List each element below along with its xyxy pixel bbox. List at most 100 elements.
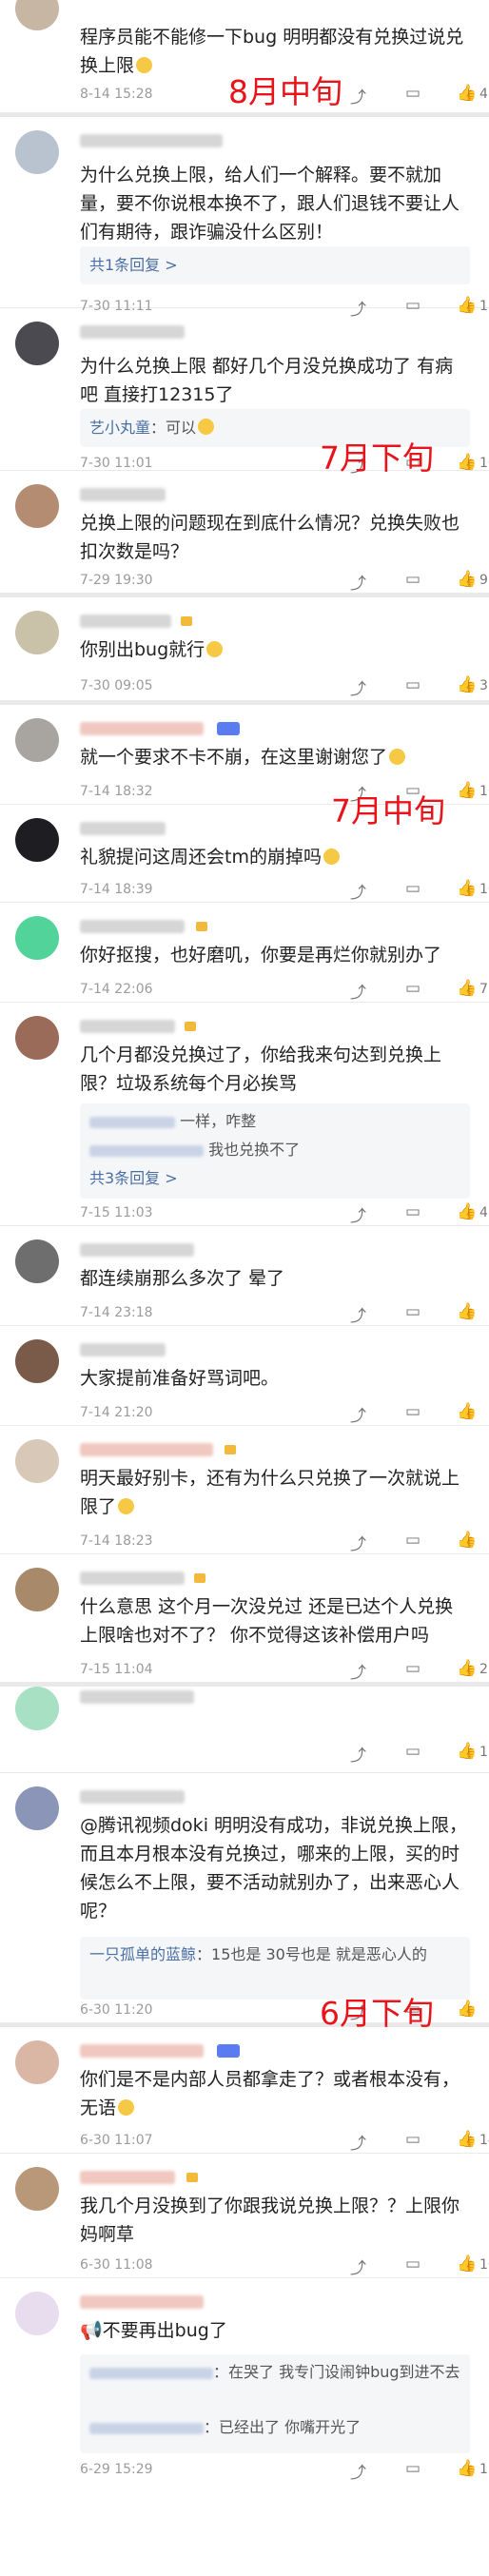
avatar[interactable] (15, 2292, 59, 2335)
share-icon[interactable]: ⤴ (350, 2459, 366, 2483)
share-icon[interactable]: ⤴ (350, 979, 366, 1003)
username[interactable] (80, 1690, 194, 1704)
comment-icon[interactable]: ▭ (405, 1742, 421, 1761)
view-replies-link[interactable]: 共3条回复 > (89, 1166, 460, 1191)
username[interactable] (80, 920, 185, 933)
like-icon[interactable]: 👍 (457, 2000, 477, 2019)
like-icon[interactable]: 👍 (457, 84, 477, 103)
avatar[interactable] (15, 1687, 59, 1730)
like-icon[interactable]: 👍 (457, 781, 477, 800)
share-icon[interactable]: ⤴ (350, 675, 366, 699)
username[interactable] (80, 2171, 175, 2184)
comment-card: 礼貌提问这周还会tm的崩掉吗 7-14 18:39 ⤴ ▭ 👍 10 7月中旬 (0, 792, 489, 903)
avatar[interactable] (15, 1786, 59, 1830)
like-count: 2 (479, 1662, 488, 1677)
username[interactable] (80, 488, 166, 501)
like-count: 10 (479, 456, 489, 471)
share-icon[interactable]: ⤴ (350, 2254, 366, 2278)
username[interactable] (80, 2044, 204, 2058)
comment-footer: ⤴ ▭ 👍 15 (80, 1742, 489, 1766)
timestamp: 7-14 21:20 (80, 1405, 153, 1420)
avatar[interactable] (15, 611, 59, 654)
comment-icon[interactable]: ▭ (405, 1659, 421, 1678)
avatar[interactable] (15, 130, 59, 174)
username[interactable] (80, 1020, 175, 1033)
avatar[interactable] (15, 718, 59, 762)
timestamp: 6-29 15:29 (80, 2462, 153, 2477)
comment-icon[interactable]: ▭ (405, 1531, 421, 1550)
share-icon[interactable]: ⤴ (350, 1302, 366, 1326)
avatar[interactable] (15, 1339, 59, 1383)
avatar[interactable] (15, 322, 59, 365)
like-count: 16 (479, 784, 489, 799)
reply-box[interactable]: 一样，咋整 我也兑换不了 共3条回复 > (80, 1103, 470, 1199)
like-icon[interactable]: 👍 (457, 1659, 477, 1678)
comment-icon[interactable]: ▭ (405, 1402, 421, 1421)
like-icon[interactable]: 👍 (457, 1742, 477, 1761)
share-icon[interactable]: ⤴ (350, 1531, 366, 1554)
avatar[interactable] (15, 1239, 59, 1283)
avatar[interactable] (15, 1016, 59, 1060)
avatar[interactable] (15, 916, 59, 960)
comment-footer: 7-14 22:06 ⤴ ▭ 👍 7 (80, 979, 488, 1004)
share-icon[interactable]: ⤴ (350, 879, 366, 903)
comment-icon[interactable]: ▭ (405, 570, 421, 589)
username[interactable] (80, 2295, 204, 2309)
share-icon[interactable]: ⤴ (350, 2130, 366, 2154)
like-icon[interactable]: 👍 (457, 675, 477, 694)
reply-box[interactable]: ：在哭了 我专门设闹钟bug到进不去 ：已经出了 你嘴开光了 (80, 2354, 470, 2453)
share-icon[interactable]: ⤴ (350, 1202, 366, 1226)
username[interactable] (80, 1243, 194, 1257)
comment-text: 为什么兑换上限 都好几个月没兑换成功了 有病吧 直接打12315了 (80, 356, 454, 405)
username[interactable] (80, 134, 223, 147)
username[interactable] (80, 1790, 185, 1804)
like-icon[interactable]: 👍 (457, 453, 477, 472)
like-icon[interactable]: 👍 (457, 2130, 477, 2149)
share-icon[interactable]: ⤴ (350, 1742, 366, 1766)
view-replies-link[interactable]: 共1条回复 > (89, 253, 460, 278)
like-icon[interactable]: 👍 (457, 879, 477, 898)
crown-icon (181, 616, 192, 626)
share-icon[interactable]: ⤴ (350, 1402, 366, 1426)
avatar[interactable] (15, 1439, 59, 1483)
username[interactable] (80, 1443, 213, 1456)
comment-footer: 7-15 11:04 ⤴ ▭ 👍 2 (80, 1659, 488, 1684)
avatar[interactable] (15, 2167, 59, 2211)
avatar[interactable] (15, 818, 59, 862)
reply-box[interactable]: 共1条回复 > (80, 246, 470, 284)
avatar[interactable] (15, 484, 59, 528)
share-icon[interactable]: ⤴ (350, 1659, 366, 1683)
username[interactable] (80, 1571, 185, 1585)
comment-icon[interactable]: ▭ (405, 879, 421, 898)
like-icon[interactable]: 👍 (457, 2254, 477, 2274)
avatar[interactable] (15, 2040, 59, 2084)
like-icon[interactable]: 👍 (457, 979, 477, 998)
like-icon[interactable]: 👍 (457, 1531, 477, 1550)
avatar[interactable] (15, 1568, 59, 1611)
comment-icon[interactable]: ▭ (405, 84, 421, 103)
username[interactable] (80, 722, 204, 735)
share-icon[interactable]: ⤴ (350, 84, 366, 107)
comment-text: 📢不要再出bug了 (80, 2320, 227, 2341)
username[interactable] (80, 822, 166, 835)
avatar[interactable] (15, 0, 59, 30)
like-icon[interactable]: 👍 (457, 2459, 477, 2478)
comment-icon[interactable]: ▭ (405, 1202, 421, 1221)
like-icon[interactable]: 👍 (457, 1202, 477, 1221)
comment-icon[interactable]: ▭ (405, 1302, 421, 1321)
comment-icon[interactable]: ▭ (405, 979, 421, 998)
crown-icon (194, 1573, 205, 1583)
comment-icon[interactable]: ▭ (405, 2459, 421, 2478)
share-icon[interactable]: ⤴ (350, 570, 366, 594)
username[interactable] (80, 615, 171, 628)
comment-icon[interactable]: ▭ (405, 675, 421, 694)
like-icon[interactable]: 👍 (457, 1402, 477, 1421)
comment-card: 📢不要再出bug了 ：在哭了 我专门设闹钟bug到进不去 ：已经出了 你嘴开光了… (0, 2278, 489, 2483)
comment-icon[interactable]: ▭ (405, 2130, 421, 2149)
like-icon[interactable]: 👍 (457, 570, 477, 589)
like-icon[interactable]: 👍 (457, 1302, 477, 1321)
username[interactable] (80, 325, 185, 339)
comment-icon[interactable]: ▭ (405, 2254, 421, 2274)
username[interactable] (80, 1343, 166, 1356)
comment-footer: 7-29 19:30 ⤴ ▭ 👍 9 (80, 570, 488, 595)
